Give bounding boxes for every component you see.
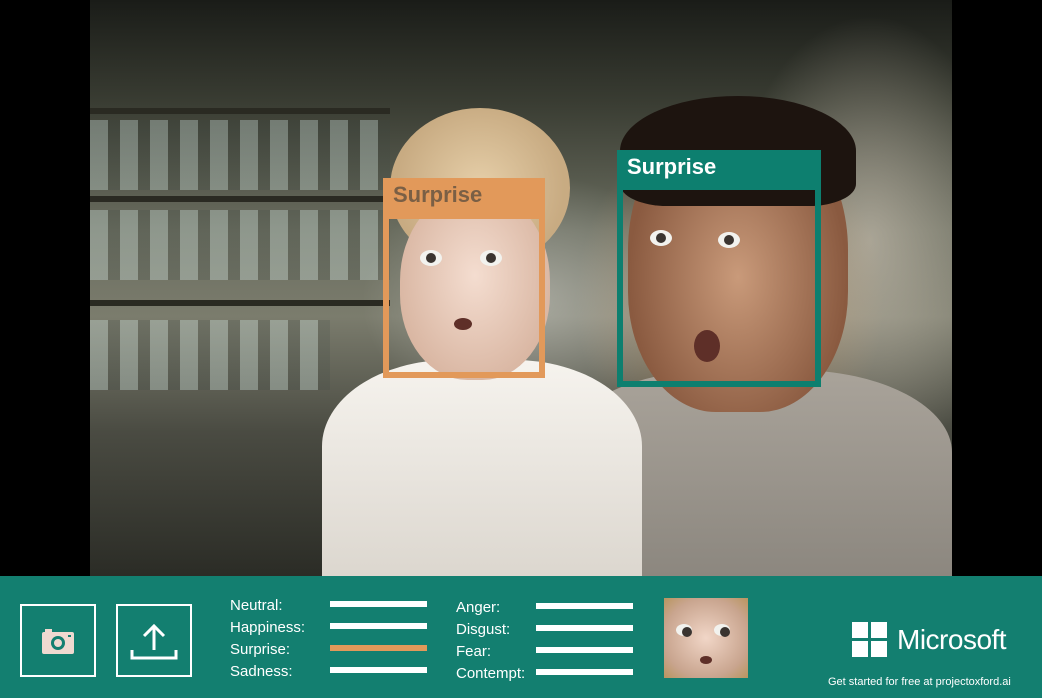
emotion-label-happiness: Happiness:	[230, 619, 306, 636]
emotion-bar-neutral	[330, 601, 427, 607]
shelf-bottles	[90, 320, 330, 390]
microsoft-wordmark: Microsoft	[897, 623, 1007, 655]
emotion-label-surprise: Surprise:	[230, 641, 291, 658]
emotion-bar-happiness	[330, 623, 427, 629]
shelf	[90, 108, 390, 114]
face-emotion-label: Surprise	[383, 178, 545, 214]
selected-face-thumbnail	[664, 598, 748, 678]
photo-area: Surprise Surprise	[0, 0, 1042, 576]
thumbnail-eye	[714, 624, 730, 637]
microsoft-logo[interactable]: Microsoft	[852, 622, 1007, 657]
emotion-label-disgust: Disgust:	[456, 621, 511, 638]
thumbnail-mouth	[700, 656, 712, 664]
emotion-label-fear: Fear:	[456, 643, 492, 660]
microsoft-grid-icon	[852, 622, 887, 657]
emotion-bar-fear	[536, 647, 633, 653]
shelf-bottles	[90, 120, 390, 190]
shelf-bottles	[90, 210, 390, 280]
emotion-label-anger: Anger:	[456, 599, 501, 616]
emotion-results-panel: Neutral: Happiness: Surprise: Sadness: A…	[0, 576, 1042, 698]
emotion-label-contempt: Contempt:	[456, 665, 526, 682]
emotion-bar-disgust	[536, 625, 633, 631]
face-emotion-label: Surprise	[617, 150, 821, 186]
upload-button[interactable]	[116, 604, 192, 677]
camera-button[interactable]	[20, 604, 96, 677]
emotion-label-sadness: Sadness:	[230, 663, 293, 680]
emotion-bar-anger	[536, 603, 633, 609]
emotion-bar-contempt	[536, 669, 633, 675]
emotion-bar-surprise	[330, 645, 427, 651]
camera-icon	[42, 628, 74, 654]
shelf	[90, 196, 390, 202]
upload-icon	[130, 623, 178, 659]
emotion-label-neutral: Neutral:	[230, 597, 283, 614]
face-rectangle[interactable]	[617, 184, 821, 387]
shelf	[90, 300, 390, 306]
face-rectangle[interactable]	[383, 213, 545, 378]
girl-body	[322, 360, 642, 576]
emotion-bar-sadness	[330, 667, 427, 673]
get-started-link[interactable]: Get started for free at projectoxford.ai	[828, 676, 1011, 688]
thumbnail-eye	[676, 624, 692, 637]
